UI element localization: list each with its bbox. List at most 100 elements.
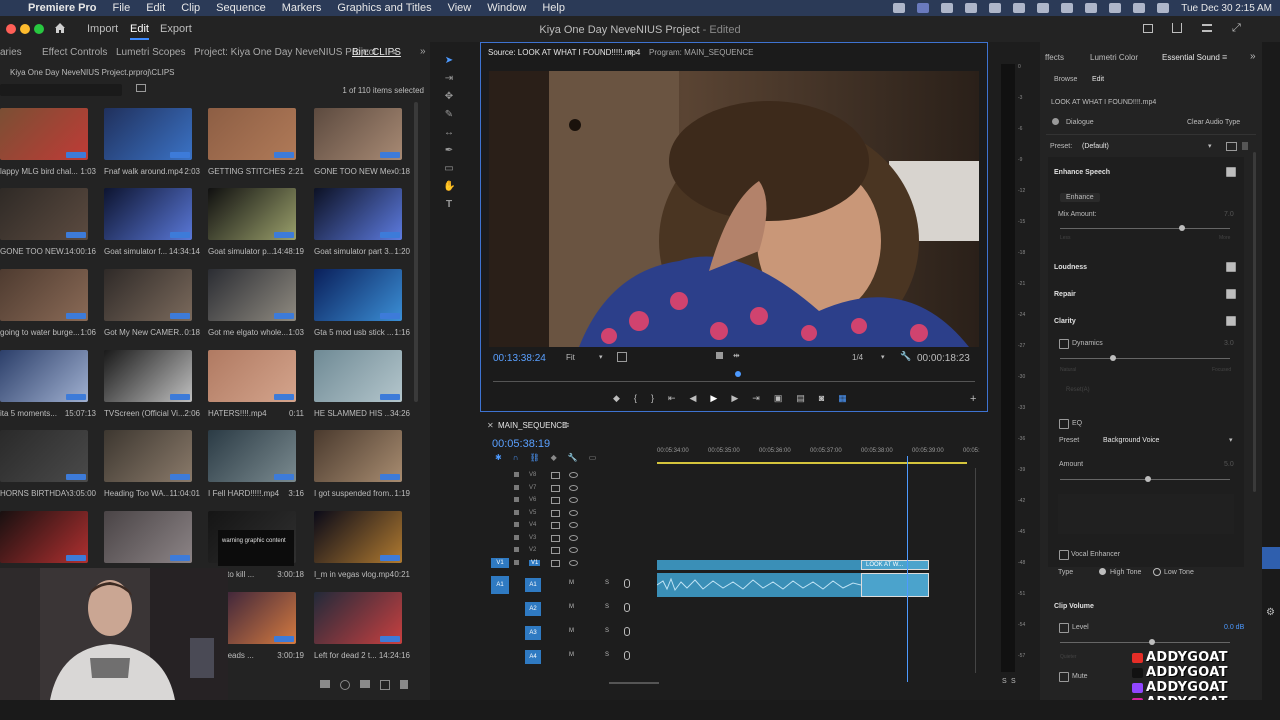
panel-overflow-icon[interactable]: » <box>1250 51 1256 62</box>
track-lock-icon[interactable] <box>514 472 519 477</box>
video-track-header[interactable]: V3 <box>487 533 657 545</box>
clip-label[interactable]: TVScreen (Official Vi... 2:06 <box>104 409 204 418</box>
hand-tool-icon[interactable]: ✋ <box>443 182 455 192</box>
clip-thumbnail[interactable] <box>0 511 88 563</box>
minimize-window-button[interactable] <box>20 24 30 34</box>
clip-label[interactable]: GETTING STITCHES ... 2:21 <box>208 167 308 176</box>
clear-audio-type-button[interactable]: Clear Audio Type <box>1187 119 1240 126</box>
video-track-header[interactable]: V5 <box>487 508 657 520</box>
track-sync-icon[interactable] <box>551 509 560 517</box>
eq-checkbox[interactable] <box>1059 419 1069 429</box>
menu-help[interactable]: Help <box>534 2 573 14</box>
tab-import[interactable]: Import <box>87 23 118 35</box>
video-track-header[interactable]: V6 <box>487 495 657 507</box>
menu-clip[interactable]: Clip <box>173 2 208 14</box>
clarity-checkbox[interactable] <box>1226 316 1236 326</box>
preset-chevron-icon[interactable]: ▾ <box>1208 142 1212 150</box>
track-target-toggle[interactable]: A3 <box>525 626 541 640</box>
es-scrollbar[interactable] <box>1253 152 1256 492</box>
menu-markers[interactable]: Markers <box>274 2 330 14</box>
dynamics-value[interactable]: 3.0 <box>1224 340 1234 347</box>
video-track-header[interactable]: V7 <box>487 483 657 495</box>
source-playhead[interactable] <box>735 371 741 377</box>
trash-icon[interactable] <box>400 680 408 689</box>
track-sync-icon[interactable] <box>551 472 560 479</box>
tab-edit[interactable]: Edit <box>130 23 149 40</box>
clip-label[interactable]: GONE TOO NEW Mex... 0:18 <box>314 167 414 176</box>
audio-track-header[interactable]: A3 M S <box>487 624 657 644</box>
ripple-edit-tool-icon[interactable]: ✥ <box>443 92 455 102</box>
source-patch-a1[interactable]: A1 <box>491 576 509 594</box>
shield-icon[interactable] <box>1013 3 1026 13</box>
fit-dropdown[interactable]: Fit <box>566 353 575 362</box>
volume-icon[interactable] <box>1037 3 1050 13</box>
track-eye-icon[interactable] <box>569 509 578 516</box>
mix-amount-knob[interactable] <box>1179 225 1185 231</box>
control-center-icon[interactable] <box>1157 3 1170 13</box>
voiceover-mic-icon[interactable] <box>624 627 630 636</box>
track-eye-icon[interactable] <box>569 547 578 553</box>
app-menu[interactable]: Premiere Pro <box>20 2 104 14</box>
work-area-bar[interactable] <box>657 462 967 464</box>
clip-label[interactable]: HE SLAMMED HIS ... 34:26 <box>314 409 414 418</box>
clip-thumbnail[interactable] <box>208 350 296 402</box>
clip-thumbnail[interactable] <box>0 188 88 240</box>
clip-thumbnail[interactable] <box>104 350 192 402</box>
bin-scrollbar[interactable] <box>414 102 418 402</box>
menu-window[interactable]: Window <box>479 2 534 14</box>
subtab-edit[interactable]: Edit <box>1092 76 1104 83</box>
timeline-vscroll[interactable] <box>975 468 976 673</box>
level-slider[interactable] <box>1060 642 1230 643</box>
tab-lumetri-color[interactable]: Lumetri Color <box>1090 53 1138 62</box>
search-icon[interactable] <box>1133 3 1146 13</box>
timeline-close-icon[interactable]: ✕ <box>487 421 494 430</box>
mute-track-button[interactable]: M <box>569 628 574 634</box>
video-track-header[interactable]: V8 <box>487 470 657 482</box>
clip-label[interactable]: going to water burge... 1:06 <box>0 328 100 337</box>
menu-edit[interactable]: Edit <box>138 2 173 14</box>
track-eye-icon[interactable] <box>569 534 578 541</box>
video-track-header[interactable]: V2 <box>487 545 657 557</box>
clip-thumbnail[interactable] <box>0 269 88 321</box>
track-sync-icon[interactable] <box>551 534 560 542</box>
zoom-window-button[interactable] <box>34 24 44 34</box>
track-lock-icon[interactable] <box>514 509 519 515</box>
sequence-menu-icon[interactable]: ≡ <box>564 420 569 430</box>
video-frame[interactable] <box>489 71 979 347</box>
amount-knob[interactable] <box>1145 476 1151 482</box>
clip-thumbnail[interactable] <box>104 269 192 321</box>
mark-out-icon[interactable]: } <box>651 393 654 404</box>
clip-label[interactable]: Goat simulator p... 14:48:19 <box>208 247 308 256</box>
clip-thumbnail[interactable] <box>314 108 402 160</box>
video-track-header[interactable]: V4 <box>487 520 657 532</box>
play-icon[interactable]: ▶ <box>710 393 717 404</box>
go-to-out-icon[interactable]: ⇥ <box>752 393 760 404</box>
meter-solo-left[interactable]: S <box>1002 678 1007 685</box>
slip-tool-icon[interactable]: ↔ <box>443 128 455 138</box>
clip-thumbnail[interactable] <box>208 188 296 240</box>
window-icon[interactable] <box>965 3 978 13</box>
captions-icon[interactable]: ▭ <box>589 453 597 462</box>
clip-thumbnail[interactable] <box>208 430 296 482</box>
mute-checkbox[interactable] <box>1059 672 1069 682</box>
folder-icon[interactable] <box>360 680 370 688</box>
dynamics-checkbox[interactable] <box>1059 339 1069 349</box>
track-eye-icon[interactable] <box>569 484 578 491</box>
essential-sound-menu-icon[interactable]: ≡ <box>1222 52 1227 62</box>
meter-solo-right[interactable]: S <box>1011 678 1016 685</box>
clip-thumbnail[interactable] <box>314 430 402 482</box>
track-sync-icon[interactable] <box>551 497 560 504</box>
enhance-speech-checkbox[interactable] <box>1226 167 1236 177</box>
share-icon[interactable] <box>1172 23 1182 33</box>
drag-video-icon[interactable]: ⇹ <box>733 351 740 360</box>
clip-label[interactable]: I Fell HARD!!!!!.mp4 3:16 <box>208 489 308 498</box>
audio-clip-selected[interactable] <box>861 573 929 597</box>
enhance-button[interactable]: Enhance <box>1060 193 1100 202</box>
clip-label[interactable]: Goat simulator f... 14:34:14 <box>104 247 204 256</box>
save-preset-icon[interactable] <box>1226 142 1237 151</box>
level-value[interactable]: 0.0 dB <box>1224 624 1244 631</box>
vpn-icon[interactable] <box>989 3 1002 13</box>
low-tone-radio[interactable] <box>1153 568 1161 576</box>
clip-thumbnail[interactable] <box>314 188 402 240</box>
track-lock-icon[interactable] <box>514 497 519 502</box>
